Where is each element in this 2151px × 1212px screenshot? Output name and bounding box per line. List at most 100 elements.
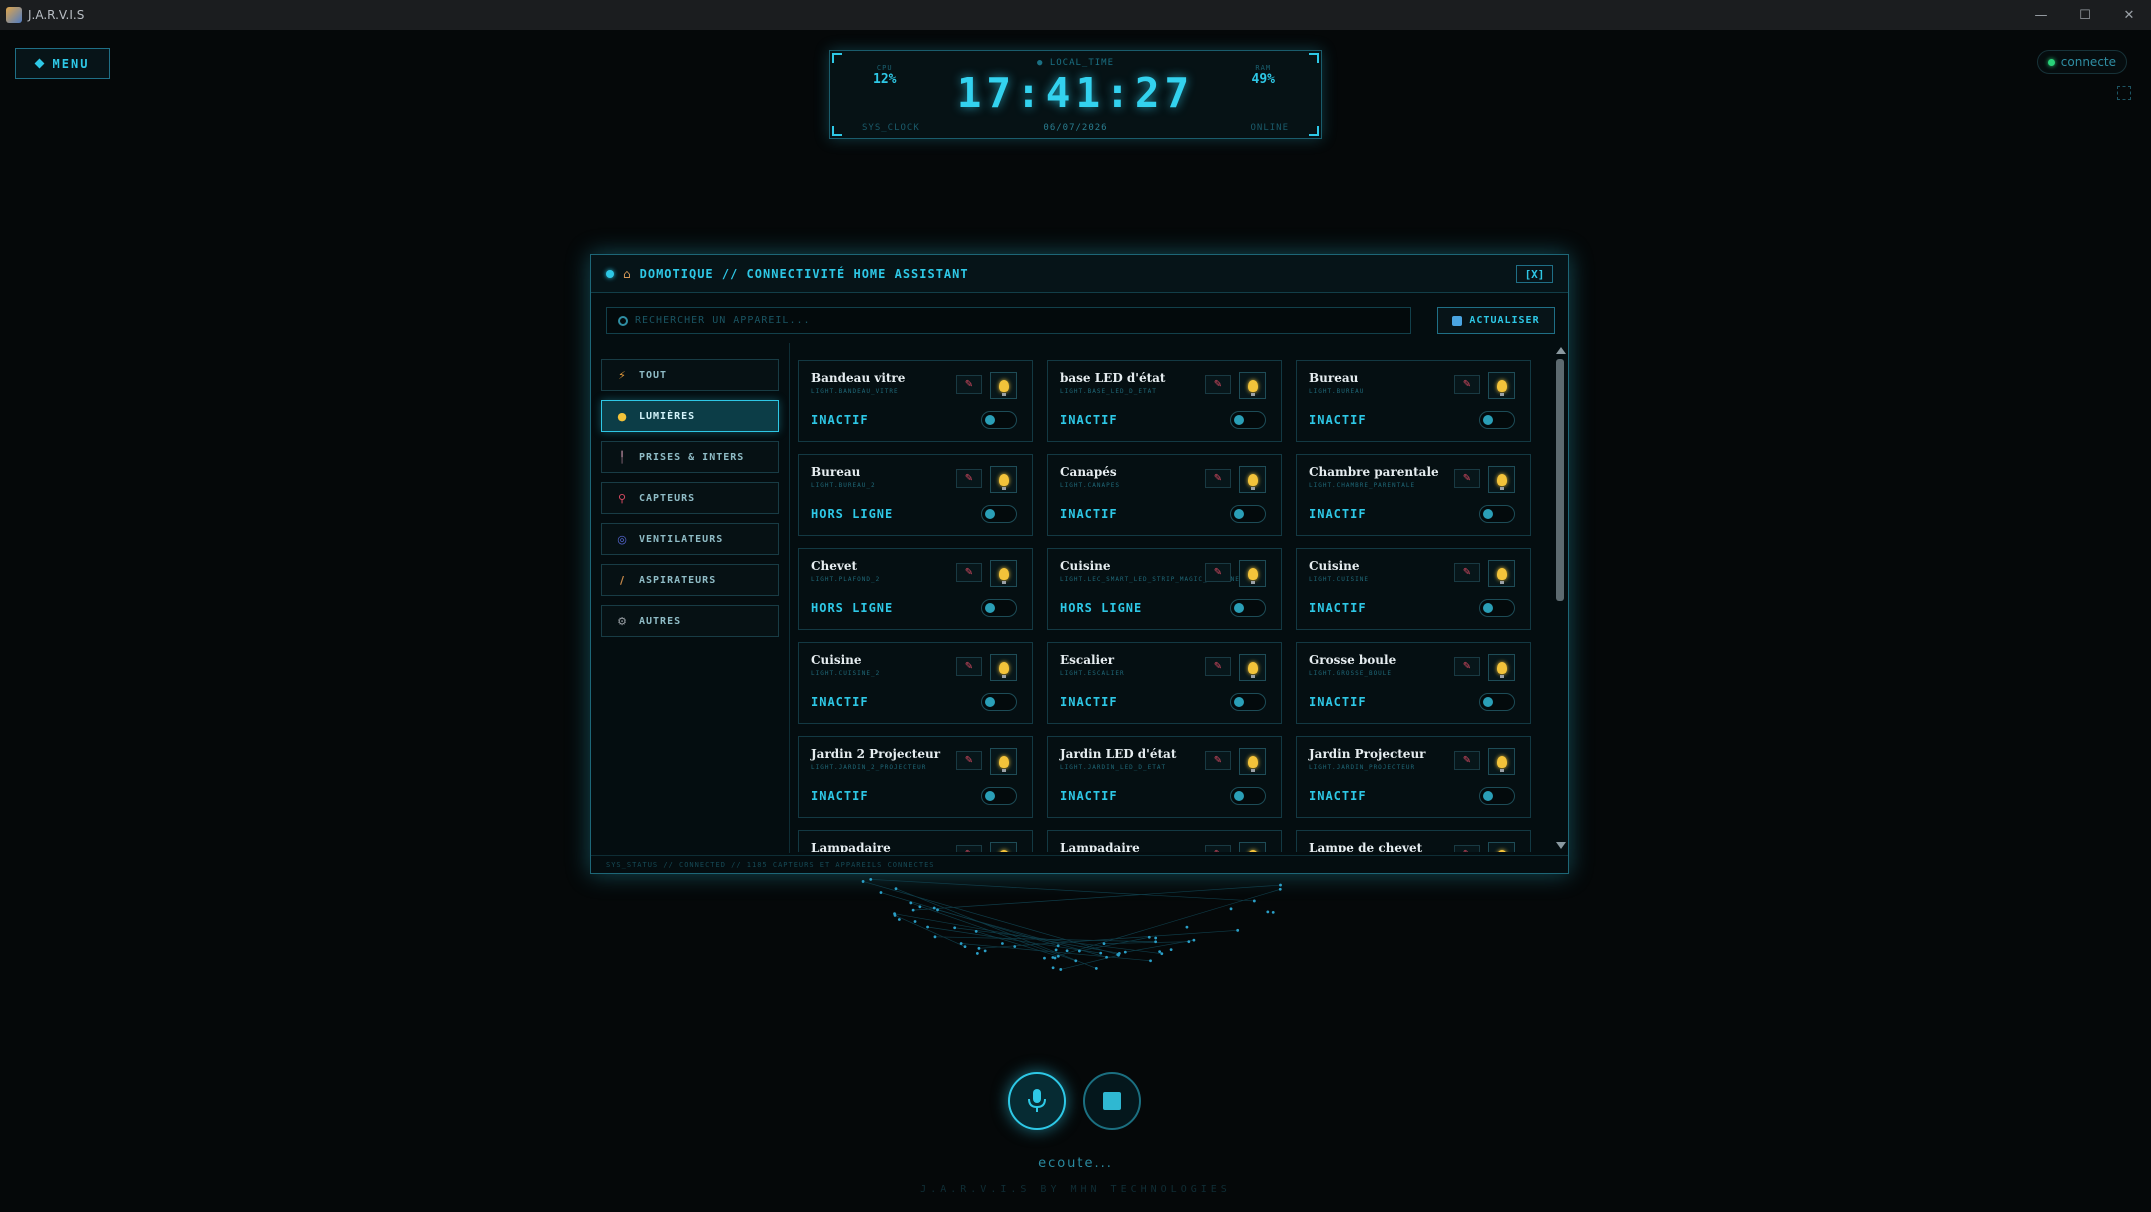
pin-icon[interactable]: ✎ [1454, 845, 1480, 852]
category-prises-inters[interactable]: ╿ PRISES & INTERS [601, 441, 779, 473]
lightbulb-button[interactable] [990, 560, 1017, 587]
category-lumières[interactable]: ● LUMIÈRES [601, 400, 779, 432]
pin-icon[interactable]: ✎ [1205, 845, 1231, 852]
pin-icon[interactable]: ✎ [1454, 563, 1480, 582]
device-card[interactable]: Jardin LED d'état LIGHT.JARDIN_LED_D_ETAT… [1047, 736, 1282, 818]
lightbulb-icon [998, 473, 1009, 490]
device-toggle[interactable] [981, 599, 1017, 617]
device-toggle[interactable] [1230, 599, 1266, 617]
pin-icon[interactable]: ✎ [956, 845, 982, 852]
category-label: TOUT [639, 369, 668, 381]
device-toggle[interactable] [1230, 787, 1266, 805]
thermometer-icon: ⚲ [617, 491, 628, 505]
refresh-button[interactable]: ACTUALISER [1437, 307, 1555, 334]
lightbulb-button[interactable] [1239, 560, 1266, 587]
lightbulb-button[interactable] [1239, 654, 1266, 681]
category-autres[interactable]: ⚙ AUTRES [601, 605, 779, 637]
lightbulb-button[interactable] [1488, 372, 1515, 399]
lightbulb-button[interactable] [990, 654, 1017, 681]
pin-icon[interactable]: ✎ [1205, 375, 1231, 394]
pin-icon[interactable]: ✎ [956, 563, 982, 582]
lightbulb-button[interactable] [1239, 466, 1266, 493]
pin-icon[interactable]: ✎ [1454, 469, 1480, 488]
device-toggle[interactable] [1479, 787, 1515, 805]
device-card[interactable]: Chevet LIGHT.PLAFOND_2 ✎ HORS LIGNE [798, 548, 1033, 630]
device-card[interactable]: Escalier LIGHT.ESCALIER ✎ INACTIF [1047, 642, 1282, 724]
lightbulb-button[interactable] [1239, 372, 1266, 399]
minimize-button[interactable]: — [2019, 0, 2063, 30]
fullscreen-icon[interactable] [2117, 86, 2131, 100]
menu-button[interactable]: MENU [15, 48, 110, 79]
close-window-button[interactable]: ✕ [2107, 0, 2151, 30]
category-capteurs[interactable]: ⚲ CAPTEURS [601, 482, 779, 514]
category-tout[interactable]: ⚡ TOUT [601, 359, 779, 391]
lightbulb-button[interactable] [990, 466, 1017, 493]
device-name: Jardin LED d'état [1060, 747, 1177, 761]
device-card[interactable]: Grosse boule LIGHT.GROSSE_BOULE ✎ INACTIF [1296, 642, 1531, 724]
maximize-button[interactable]: ☐ [2063, 0, 2107, 30]
device-toggle[interactable] [981, 787, 1017, 805]
lightbulb-button[interactable] [1488, 560, 1515, 587]
device-card[interactable]: Canapés LIGHT.CANAPES ✎ INACTIF [1047, 454, 1282, 536]
lightbulb-button[interactable] [990, 372, 1017, 399]
pin-icon[interactable]: ✎ [1205, 657, 1231, 676]
device-card[interactable]: Chambre parentale LIGHT.CHAMBRE_PARENTALE… [1296, 454, 1531, 536]
device-toggle[interactable] [1479, 599, 1515, 617]
scroll-up-icon[interactable] [1556, 347, 1566, 354]
device-card[interactable]: base LED d'état LIGHT.BASE_LED_D_ETAT ✎ INA… [1047, 360, 1282, 442]
device-card[interactable]: Lampe de chevet ✎ [1296, 830, 1531, 852]
panel-status-dot-icon [606, 269, 614, 278]
pin-icon[interactable]: ✎ [956, 375, 982, 394]
device-scrollbar[interactable] [1554, 345, 1566, 851]
device-toggle[interactable] [1479, 693, 1515, 711]
pin-icon[interactable]: ✎ [956, 657, 982, 676]
device-toggle[interactable] [1230, 411, 1266, 429]
pin-icon[interactable]: ✎ [1454, 657, 1480, 676]
pin-icon[interactable]: ✎ [1454, 375, 1480, 394]
device-toggle[interactable] [981, 505, 1017, 523]
lightbulb-button[interactable] [1488, 842, 1515, 852]
device-card[interactable]: Bureau LIGHT.BUREAU ✎ INACTIF [1296, 360, 1531, 442]
pin-icon[interactable]: ✎ [1205, 469, 1231, 488]
device-card[interactable]: Cuisine LIGHT.CUISINE ✎ INACTIF [1296, 548, 1531, 630]
device-toggle[interactable] [1479, 411, 1515, 429]
lightbulb-button[interactable] [1488, 654, 1515, 681]
lightbulb-button[interactable] [1239, 842, 1266, 852]
device-card[interactable]: Jardin 2 Projecteur LIGHT.JARDIN_2_PROJEC… [798, 736, 1033, 818]
lightbulb-button[interactable] [990, 748, 1017, 775]
device-card[interactable]: Lampadaire ✎ [1047, 830, 1282, 852]
device-toggle[interactable] [981, 693, 1017, 711]
pin-icon[interactable]: ✎ [1205, 563, 1231, 582]
lightbulb-button[interactable] [1488, 748, 1515, 775]
device-toggle[interactable] [1479, 505, 1515, 523]
search-box[interactable] [606, 307, 1411, 334]
microphone-button[interactable] [1008, 1072, 1066, 1130]
lightbulb-button[interactable] [1239, 748, 1266, 775]
device-state: INACTIF [1060, 413, 1118, 427]
device-card[interactable]: Lampadaire ✎ [798, 830, 1033, 852]
pin-icon[interactable]: ✎ [956, 751, 982, 770]
device-card[interactable]: Cuisine LIGHT.CUISINE_2 ✎ INACTIF [798, 642, 1033, 724]
panel-close-button[interactable]: [X] [1516, 265, 1553, 283]
lightbulb-button[interactable] [1488, 466, 1515, 493]
device-toggle[interactable] [1230, 505, 1266, 523]
lightbulb-button[interactable] [990, 842, 1017, 852]
device-card[interactable]: Cuisine LIGHT.LEC_SMART_LED_STRIP_MAGIC_C… [1047, 548, 1282, 630]
window-titlebar: J.A.R.V.I.S — ☐ ✕ [0, 0, 2151, 30]
scroll-thumb[interactable] [1556, 359, 1564, 601]
search-input[interactable] [635, 315, 1395, 326]
device-toggle[interactable] [981, 411, 1017, 429]
lightbulb-icon [998, 379, 1009, 396]
category-aspirateurs[interactable]: / ASPIRATEURS [601, 564, 779, 596]
device-card[interactable]: Jardin Projecteur LIGHT.JARDIN_PROJECTEUR… [1296, 736, 1531, 818]
category-ventilateurs[interactable]: ◎ VENTILATEURS [601, 523, 779, 555]
pin-icon[interactable]: ✎ [1205, 751, 1231, 770]
pin-icon[interactable]: ✎ [1454, 751, 1480, 770]
device-card[interactable]: Bandeau vitre LIGHT.BANDEAU_VITRE ✎ INACTIF [798, 360, 1033, 442]
pin-icon[interactable]: ✎ [956, 469, 982, 488]
stop-button[interactable] [1083, 1072, 1141, 1130]
scroll-down-icon[interactable] [1556, 842, 1566, 849]
clock-status: ONLINE [1250, 123, 1289, 133]
device-toggle[interactable] [1230, 693, 1266, 711]
device-card[interactable]: Bureau LIGHT.BUREAU_2 ✎ HORS LIGNE [798, 454, 1033, 536]
